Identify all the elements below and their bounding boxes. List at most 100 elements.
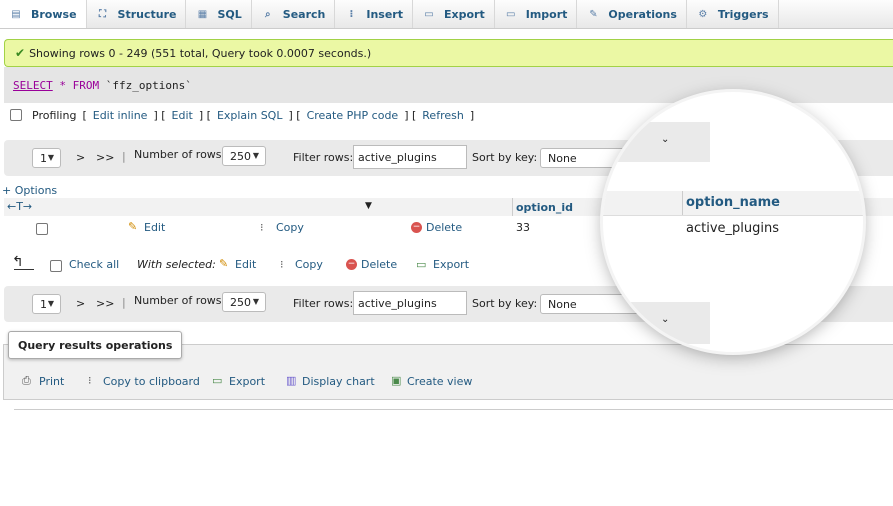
- chevron-down-icon: ▼: [47, 299, 54, 308]
- column-divider: [682, 191, 683, 215]
- search-icon: ⌕: [264, 8, 271, 20]
- column-option-name[interactable]: option_name: [686, 195, 780, 210]
- next-button[interactable]: >: [76, 297, 85, 310]
- message-text: Showing rows 0 - 249 (551 total, Query t…: [29, 46, 372, 60]
- export-icon: ▭: [424, 8, 434, 20]
- tab-triggers[interactable]: ⚙ Triggers: [687, 0, 779, 28]
- export-icon: ▭: [212, 374, 223, 387]
- sort-dropdown-icon[interactable]: ▼: [365, 201, 372, 211]
- bulk-export-link[interactable]: Export: [433, 258, 469, 271]
- rows-select[interactable]: 250 ▼: [222, 292, 266, 312]
- export-icon: ▭: [416, 258, 427, 271]
- sql-icon: ▦: [197, 8, 208, 20]
- rows-select[interactable]: 250 ▼: [222, 146, 266, 166]
- print-link[interactable]: Print: [39, 375, 64, 388]
- magnified-nav-bar: ⌄: [603, 122, 710, 162]
- edit-link[interactable]: Edit: [172, 109, 193, 122]
- column-option-id[interactable]: option_id: [516, 201, 573, 214]
- page-select[interactable]: 1 ▼: [32, 148, 61, 168]
- chevron-down-icon: ▼: [47, 153, 54, 162]
- tab-bar: ▤ Browse ⛶ Structure ▦ SQL ⌕ Search ⁝ Insert …: [0, 0, 893, 29]
- create-php-code-link[interactable]: Create PHP code: [307, 109, 399, 122]
- tab-label: Browse: [31, 7, 77, 21]
- sql-select-keyword[interactable]: SELECT: [13, 79, 53, 92]
- bulk-delete-link[interactable]: Delete: [361, 258, 397, 271]
- tab-label: Search: [282, 7, 326, 21]
- tab-label: SQL: [217, 7, 242, 21]
- tab-browse[interactable]: ▤ Browse: [0, 0, 87, 28]
- chart-icon: ▥: [286, 374, 297, 387]
- row-copy-link[interactable]: Copy: [276, 221, 304, 234]
- display-chart-link[interactable]: Display chart: [302, 375, 375, 388]
- chevron-down-icon: ▼: [252, 151, 259, 160]
- success-message: ✔ Showing rows 0 - 249 (551 total, Query…: [4, 39, 893, 67]
- page-select[interactable]: 1 ▼: [32, 294, 61, 314]
- bulk-copy-link[interactable]: Copy: [295, 258, 323, 271]
- tab-operations[interactable]: ✎ Operations: [577, 0, 687, 28]
- operations-icon: ✎: [589, 8, 598, 20]
- separator: |: [122, 150, 126, 163]
- pencil-icon: ✎: [219, 257, 229, 270]
- tab-import[interactable]: ▭ Import: [495, 0, 578, 28]
- row-checkbox[interactable]: [36, 223, 48, 235]
- filter-input[interactable]: active_plugins: [353, 145, 467, 169]
- tab-structure[interactable]: ⛶ Structure: [87, 0, 187, 28]
- tab-label: Triggers: [717, 7, 769, 21]
- chevron-down-icon: ▼: [252, 297, 259, 306]
- export-link[interactable]: Export: [229, 375, 265, 388]
- sql-table-name: `ffz_options`: [105, 79, 192, 92]
- profiling-checkbox[interactable]: [10, 109, 22, 121]
- sort-label: Sort by key:: [472, 151, 538, 164]
- last-button[interactable]: >>: [96, 151, 114, 164]
- rows-label: Number of rows:: [134, 294, 226, 307]
- delete-icon: −: [346, 259, 357, 270]
- divider: [14, 409, 893, 410]
- page-value: 1: [40, 297, 47, 311]
- operations-legend: Query results operations: [8, 331, 183, 359]
- cell-option-id: 33: [516, 221, 530, 234]
- copy-to-clipboard-link[interactable]: Copy to clipboard: [103, 375, 200, 388]
- tab-insert[interactable]: ⁝ Insert: [335, 0, 413, 28]
- last-button[interactable]: >>: [96, 297, 114, 310]
- copy-icon: ⁝: [280, 258, 284, 271]
- create-view-link[interactable]: Create view: [407, 375, 472, 388]
- separator: |: [122, 296, 126, 309]
- tab-label: Export: [444, 7, 485, 21]
- tab-search[interactable]: ⌕ Search: [252, 0, 336, 28]
- structure-icon: ⛶: [99, 8, 107, 20]
- check-all-checkbox[interactable]: [50, 260, 62, 272]
- refresh-link[interactable]: Refresh: [422, 109, 464, 122]
- triggers-icon: ⚙: [698, 8, 708, 20]
- with-selected-label: With selected:: [137, 258, 216, 271]
- column-divider: [512, 198, 513, 216]
- column-arrows[interactable]: ←T→: [7, 200, 32, 213]
- edit-inline-link[interactable]: Edit inline: [93, 109, 148, 122]
- rows-value: 250: [230, 149, 251, 163]
- bulk-edit-link[interactable]: Edit: [235, 258, 256, 271]
- view-icon: ▣: [391, 374, 402, 387]
- next-button[interactable]: >: [76, 151, 85, 164]
- sql-from-keyword: FROM: [72, 79, 100, 92]
- row-edit-link[interactable]: Edit: [144, 221, 165, 234]
- arrow-up-icon: ↰: [12, 254, 24, 270]
- insert-icon: ⁝: [349, 8, 354, 20]
- tab-label: Operations: [608, 7, 677, 21]
- browse-icon: ▤: [11, 8, 21, 20]
- explain-sql-link[interactable]: Explain SQL: [217, 109, 283, 122]
- rows-value: 250: [230, 295, 251, 309]
- tab-sql[interactable]: ▦ SQL: [186, 0, 252, 28]
- magnified-nav-bar: ⌄: [603, 302, 710, 344]
- checkmark-icon: ✔: [15, 46, 26, 60]
- check-all-link[interactable]: Check all: [69, 258, 119, 271]
- copy-icon: ⁝: [260, 221, 264, 234]
- tab-label: Import: [525, 7, 568, 21]
- page-value: 1: [40, 151, 47, 165]
- options-link[interactable]: + Options: [2, 184, 57, 197]
- row-delete-link[interactable]: Delete: [426, 221, 462, 234]
- filter-input[interactable]: active_plugins: [353, 291, 467, 315]
- tab-export[interactable]: ▭ Export: [413, 0, 495, 28]
- tab-label: Structure: [117, 7, 177, 21]
- magnified-header: option_name: [603, 191, 863, 216]
- tab-label: Insert: [366, 7, 403, 21]
- pencil-icon: ✎: [128, 220, 138, 233]
